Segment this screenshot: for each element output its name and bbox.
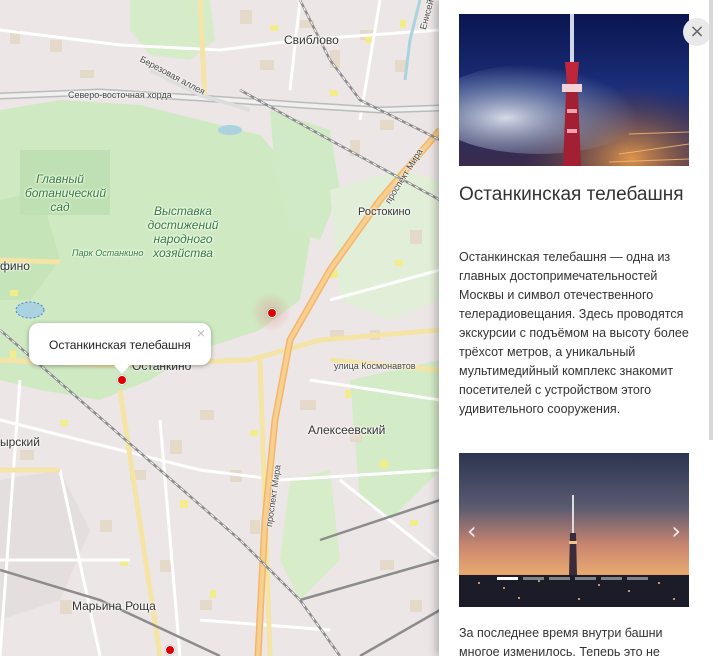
close-panel-button[interactable]: × — [683, 18, 711, 46]
label-botanic-garden: Главный ботанический сад — [25, 172, 106, 214]
photo-gallery[interactable]: ‹ › — [459, 453, 689, 607]
hero-image — [459, 14, 689, 166]
label-park-ostankino: Парк Останкино — [72, 248, 144, 258]
label-yrsky: ырский — [0, 435, 40, 449]
map-marker[interactable] — [165, 645, 175, 655]
gallery-dot[interactable] — [523, 577, 544, 580]
label-vdnkh: Выставка достижений народного хозяйства — [147, 204, 219, 260]
map[interactable]: Свиблово Северо-восточная хорда Березова… — [0, 0, 440, 656]
gallery-dot[interactable] — [575, 577, 596, 580]
map-marker-ostankino-tower[interactable] — [117, 375, 127, 385]
label-sviblovo: Свиблово — [284, 33, 339, 47]
label-maryina-roshcha: Марьина Роща — [72, 599, 156, 613]
panel-scrollbar[interactable] — [709, 0, 713, 440]
place-description: Останкинская телебашня — одна из главных… — [459, 250, 689, 416]
map-popup[interactable]: Останкинская телебашня × — [29, 323, 211, 374]
gallery-prev-button[interactable]: ‹ — [467, 517, 477, 545]
gallery-dot[interactable] — [549, 577, 570, 580]
label-rostokino: Ростокино — [358, 206, 411, 218]
label-alekseevsky: Алексеевский — [308, 423, 386, 437]
map-marker[interactable] — [267, 308, 277, 318]
place-description-continued: За последнее время внутри башни многое и… — [459, 626, 663, 656]
label-fino: фино — [0, 259, 30, 273]
popup-title: Останкинская телебашня — [49, 338, 191, 352]
tv-tower-night-photo — [459, 14, 689, 166]
gallery-pagination — [497, 577, 653, 595]
label-severo-vostochnaya-khorda: Северо-восточная хорда — [68, 90, 172, 100]
gallery-next-button[interactable]: › — [671, 517, 681, 545]
info-panel: × Останкинская телебашня Останкинская те… — [439, 0, 713, 656]
gallery-dot[interactable] — [627, 577, 648, 580]
gallery-dot[interactable] — [601, 577, 622, 580]
gallery-dot[interactable] — [497, 577, 518, 580]
popup-close-button[interactable]: × — [197, 326, 205, 340]
label-ulitsa-kosmonavtov: улица Космонавтов — [334, 361, 416, 371]
place-title: Останкинская телебашня — [459, 184, 684, 205]
